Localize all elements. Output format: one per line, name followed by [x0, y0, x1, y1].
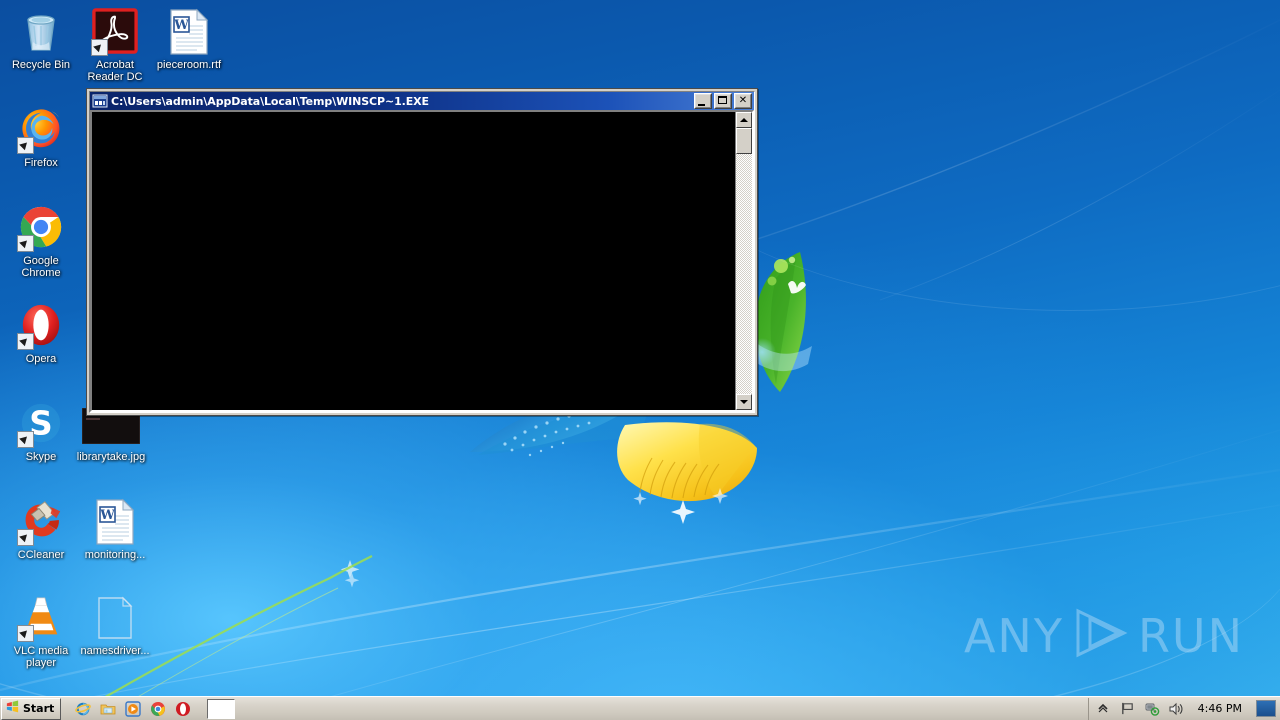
start-button-label: Start [23, 702, 55, 715]
desktop-icon-label: Firefox [24, 157, 58, 169]
chevron-up-icon[interactable] [1096, 701, 1112, 717]
window-controls: ✕ [694, 93, 753, 109]
start-button[interactable]: Start [1, 697, 62, 720]
word-doc-icon: W [91, 498, 139, 546]
desktop-icon-namesdriver-doc[interactable]: namesdriver... [78, 594, 152, 657]
desktop-icon-label: VLC media player [13, 645, 69, 669]
internet-explorer-icon[interactable] [75, 701, 92, 717]
taskbar-task-winscp[interactable] [207, 698, 236, 719]
desktop-icon-label: Opera [25, 353, 57, 365]
chrome-icon[interactable] [150, 701, 166, 717]
speaker-icon[interactable] [1168, 701, 1184, 717]
show-desktop-button[interactable] [1256, 700, 1276, 717]
console-app-icon [92, 93, 108, 109]
chrome-icon [17, 204, 65, 252]
desktop-icon-label: Acrobat Reader DC [87, 59, 143, 83]
network-icon[interactable] [1144, 701, 1160, 717]
taskbar[interactable]: Start 4:46 PM [0, 696, 1280, 720]
vlc-icon [17, 594, 65, 642]
shortcut-overlay-icon [17, 137, 34, 154]
windows-flag-icon [5, 699, 20, 719]
console-window[interactable]: C:\Users\admin\AppData\Local\Temp\WINSCP… [86, 88, 758, 416]
opera-icon[interactable] [175, 701, 191, 717]
close-icon: ✕ [738, 95, 748, 106]
flag-icon[interactable] [1120, 701, 1136, 717]
desktop[interactable]: Recycle Bin Acrobat Reader DC W pieceroom… [0, 0, 1280, 720]
watermark-text-left: ANY [963, 608, 1064, 663]
taskbar-clock[interactable]: 4:46 PM [1192, 702, 1248, 715]
desktop-icon-skype[interactable]: S Skype [4, 400, 78, 463]
anyrun-watermark: ANY RUN [964, 607, 1244, 664]
close-button[interactable]: ✕ [734, 93, 752, 109]
desktop-icon-ccleaner[interactable]: CCleaner [4, 498, 78, 561]
console-output-text [92, 112, 735, 410]
desktop-icon-label: Recycle Bin [11, 59, 71, 71]
shortcut-overlay-icon [17, 235, 34, 252]
word-doc-icon: W [165, 8, 213, 56]
recycle-bin-icon [17, 8, 65, 56]
shortcut-overlay-icon [91, 39, 108, 56]
blank-doc-icon [91, 594, 139, 642]
desktop-icon-label: Google Chrome [21, 255, 61, 279]
desktop-icon-acrobat-reader[interactable]: Acrobat Reader DC [78, 8, 152, 83]
folder-icon[interactable] [100, 701, 116, 717]
desktop-icon-label: Skype [25, 451, 57, 463]
window-titlebar[interactable]: C:\Users\admin\AppData\Local\Temp\WINSCP… [90, 92, 754, 110]
vertical-scrollbar[interactable] [735, 112, 752, 410]
desktop-icon-vlc-media-player[interactable]: VLC media player [4, 594, 78, 669]
desktop-icon-label: namesdriver... [80, 645, 150, 657]
scrollbar-track[interactable] [736, 128, 752, 394]
shortcut-overlay-icon [17, 529, 34, 546]
ccleaner-icon [17, 498, 65, 546]
acrobat-reader-icon [91, 8, 139, 56]
shortcut-overlay-icon [17, 625, 34, 642]
maximize-button[interactable] [714, 93, 732, 109]
media-player-icon[interactable] [125, 700, 141, 717]
shortcut-overlay-icon [17, 333, 34, 350]
desktop-icon-monitoring-doc[interactable]: W monitoring... [78, 498, 152, 561]
desktop-icon-label: pieceroom.rtf [156, 59, 222, 71]
window-inner-frame: C:\Users\admin\AppData\Local\Temp\WINSCP… [89, 91, 755, 413]
desktop-icon-pieceroom-rtf[interactable]: W pieceroom.rtf [152, 8, 226, 71]
minimize-button[interactable] [694, 93, 712, 109]
watermark-text-right: RUN [1137, 608, 1244, 663]
console-body[interactable] [90, 110, 754, 412]
window-title: C:\Users\admin\AppData\Local\Temp\WINSCP… [111, 94, 429, 108]
svg-text:W: W [173, 18, 189, 33]
desktop-icon-opera[interactable]: Opera [4, 302, 78, 365]
svg-text:W: W [99, 508, 115, 523]
system-tray[interactable]: 4:46 PM [1087, 697, 1280, 720]
firefox-icon [17, 106, 65, 154]
play-triangle-icon [1070, 607, 1132, 664]
scroll-up-icon[interactable] [736, 112, 752, 128]
taskbar-task-list[interactable] [207, 698, 236, 719]
opera-icon [17, 302, 65, 350]
desktop-icon-recycle-bin[interactable]: Recycle Bin [4, 8, 78, 71]
desktop-icon-label: monitoring... [84, 549, 146, 561]
scroll-down-icon[interactable] [736, 394, 752, 410]
scrollbar-thumb[interactable] [736, 128, 752, 154]
desktop-icon-google-chrome[interactable]: Google Chrome [4, 204, 78, 279]
desktop-icon-label: librarytake.jpg [76, 451, 146, 463]
desktop-icon-label: CCleaner [17, 549, 65, 561]
shortcut-overlay-icon [17, 431, 34, 448]
skype-icon: S [17, 400, 65, 448]
desktop-icon-firefox[interactable]: Firefox [4, 106, 78, 169]
quick-launch-bar[interactable] [75, 700, 191, 717]
